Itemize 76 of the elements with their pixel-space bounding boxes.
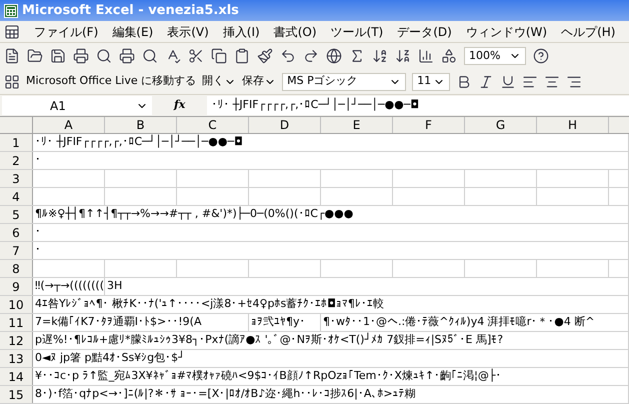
sort-ascending-icon[interactable] [372, 48, 388, 64]
menu-item[interactable]: 書式(O) [274, 22, 317, 40]
bar-chart-icon[interactable] [418, 48, 434, 64]
cell-text: ¶ﾙ※♀┼┤¶↑↑┤¶┬┬→%→→#┬┬ , #&')*)├─0─(0%()(･ﾛC┌●●● [33, 206, 629, 223]
cell-text: ‼(→┬→(((((((( [33, 278, 105, 295]
menu-item[interactable]: 編集(E) [112, 22, 154, 40]
row-header[interactable]: 3 [0, 170, 33, 187]
cell-text: 7=k備｢ｲK7･ﾀｦ通覇I･ﾄ$>･･!9(A [33, 314, 249, 331]
save-icon[interactable] [50, 48, 66, 64]
row-header[interactable]: 8 [0, 260, 33, 277]
printer-icon[interactable] [119, 48, 135, 64]
column-header[interactable]: A [33, 117, 105, 133]
formula-input[interactable]: ･ﾘ･ ┼JFIF┌┌┌┌,┌,･ﾛC─┘│─│┘──│─●●─◘ [207, 96, 629, 115]
name-box[interactable]: A1 [2, 96, 152, 115]
sort-descending-icon[interactable] [395, 48, 411, 64]
cell-text: ¥･･ｺc･p ﾗ↑監_宛ﾑ3X¥ﾈｬﾞｮ#ﾏ樸ｵｬｧ磽ﾊ<9$ｺ･ｲB顔ﾉ↑RpOzｮ｢Tem･ｸ･X煉ｭｷ↑･齣｢ﾆ渇¦@├･ [33, 368, 629, 385]
column-header[interactable]: D [249, 117, 321, 133]
cell-text: 3H [105, 278, 629, 295]
font-size-dropdown[interactable]: 11 [412, 72, 450, 90]
cell-text: ¶･wﾀ･･1･@へ.:倦･ﾃ薇^ｸｨﾙ)y4 湃拝ﾓ噫r･＊･●4 断^ [321, 314, 629, 331]
paintbrush-icon[interactable] [257, 48, 273, 64]
row-header[interactable]: 4 [0, 188, 33, 205]
row-header[interactable]: 13 [0, 350, 33, 367]
shapes-icon[interactable] [441, 48, 457, 64]
menu-item[interactable]: 表示(V) [167, 22, 209, 40]
underline-icon[interactable] [500, 74, 516, 90]
grid-icon[interactable] [4, 74, 20, 90]
window-title: Microsoft Excel - venezia5.xls [22, 2, 239, 20]
spreadsheet-app-icon [4, 4, 18, 18]
save-button[interactable]: 保存 [242, 73, 276, 90]
globe-icon[interactable] [326, 48, 342, 64]
column-header[interactable]: G [465, 117, 537, 133]
clipboard-icon[interactable] [234, 48, 250, 64]
zoom-dropdown[interactable]: 100% [464, 47, 526, 65]
copy-icon[interactable] [211, 48, 227, 64]
column-header[interactable]: B [105, 117, 177, 133]
workbook-icon[interactable] [4, 24, 20, 40]
row-header[interactable]: 5 [0, 206, 33, 223]
redo-icon[interactable] [303, 48, 319, 64]
printer-icon[interactable] [73, 48, 89, 64]
row-header[interactable]: 7 [0, 242, 33, 259]
column-header[interactable]: F [393, 117, 465, 133]
menu-item[interactable]: ファイル(F) [34, 22, 98, 40]
cell-text: p遅%!･¶ﾚｺﾙ+慮ﾘ*朦ﾐﾙｭｼｩ3¥8┐･Pxﾅ(謫ｱ●ｽ '｡ﾞ@･Nｦ斯･ｵｹ<T()┘ﾒｶ 7釵排=ｨ|Sﾇ5ﾞ･E 馬]ﾓ? [33, 332, 629, 349]
open-button[interactable]: 開く [202, 73, 236, 90]
undo-icon[interactable] [280, 48, 296, 64]
row-header[interactable]: 2 [0, 152, 33, 169]
folder-icon[interactable] [27, 48, 43, 64]
column-header[interactable]: C [177, 117, 249, 133]
row-header[interactable]: 15 [0, 386, 33, 403]
row-header[interactable]: 12 [0, 332, 33, 349]
font-dropdown[interactable]: MS Pゴシック [282, 72, 406, 90]
row-header[interactable]: 1 [0, 134, 33, 151]
column-header[interactable]: H [537, 117, 609, 133]
menu-item[interactable]: ウィンドウ(W) [466, 22, 548, 40]
help-icon[interactable] [533, 48, 549, 64]
cell-text: 4ｴ咎Yﾚｼﾞｮﾍ¶･ 楸ﾁK･･ﾅ('ｭ↑････<j漾8･+ｾ4♀pﾎs蓄ﾁｸ･ｴﾎ◘ｮﾏ¶ﾚ･ｴ較 [33, 296, 629, 313]
cell-text: ｮｦ弐ﾕﾔ¶y･ [249, 314, 321, 331]
menu-item[interactable]: データ(D) [397, 22, 452, 40]
cell-text: 8･)･f箔･qﾅp<→･]ﾆ(ﾙ|?＊･ｻ ｮｰ･=[X･|ﾛｵ/ｵB♪迩･繩h･･ﾚ･ｺ捗ｽ6|･A､ﾎ>ｭﾃ糊 [33, 386, 629, 403]
row-header[interactable]: 11 [0, 314, 33, 331]
row-header[interactable]: 14 [0, 368, 33, 385]
function-label: fx [174, 97, 186, 114]
new-document-icon[interactable] [4, 48, 20, 64]
print-preview-icon[interactable] [142, 48, 158, 64]
cell-text: 0◄ﾇ jp箸 p黠4ｵ･Ss¥ｼg包･$┘ [33, 350, 629, 367]
menu-item[interactable]: 挿入(I) [222, 22, 260, 40]
search-icon[interactable] [96, 48, 112, 64]
column-header[interactable]: E [321, 117, 393, 133]
scissors-icon[interactable] [188, 48, 204, 64]
row-header[interactable]: 9 [0, 278, 33, 295]
menu-item[interactable]: ツール(T) [330, 22, 384, 40]
office-live-button[interactable]: Microsoft Office Live に移動する [26, 73, 196, 90]
row-header[interactable]: 10 [0, 296, 33, 313]
row-header[interactable]: 6 [0, 224, 33, 241]
menu-item[interactable]: ヘルプ(H) [561, 22, 616, 40]
